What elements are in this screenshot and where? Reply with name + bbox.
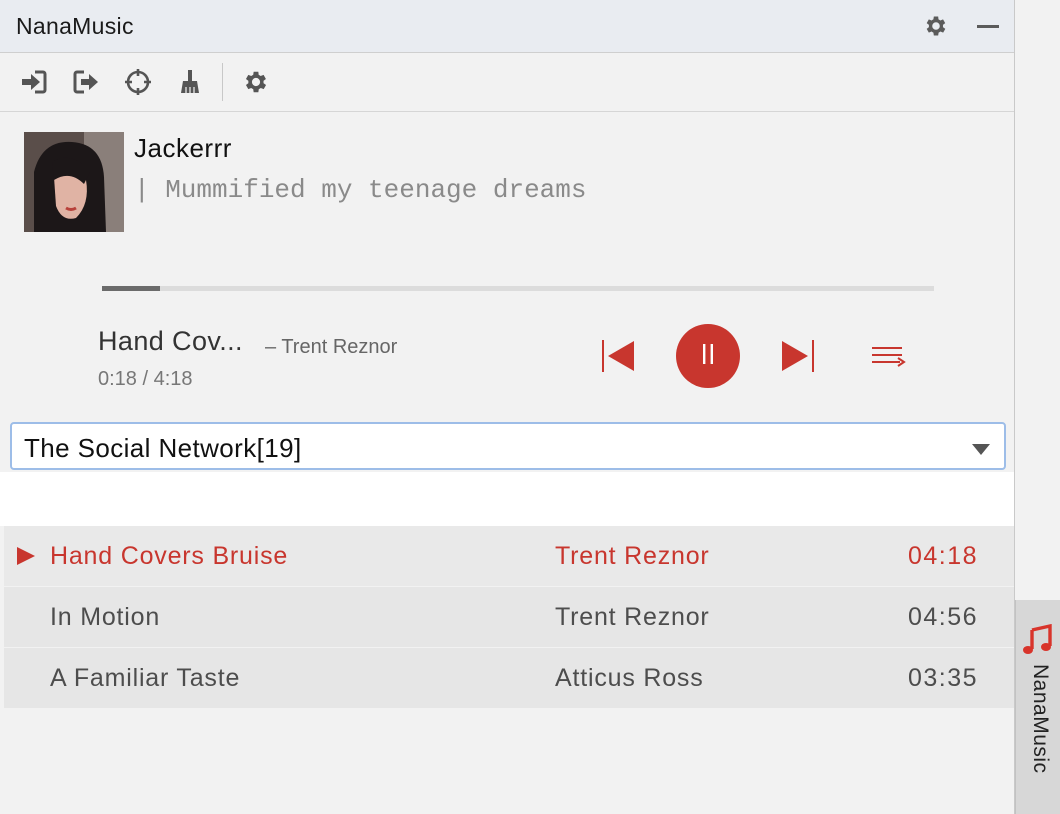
panel-titlebar: NanaMusic — [0, 0, 1014, 53]
progress-fill — [102, 286, 161, 291]
now-playing-artist: – Trent Reznor — [265, 336, 398, 358]
list-spacer — [0, 472, 1014, 526]
pause-button[interactable] — [676, 324, 740, 388]
now-playing-time: 0:18 / 4:18 — [98, 368, 193, 390]
track-name: A Familiar Taste — [50, 664, 241, 692]
progress-bar[interactable] — [102, 286, 934, 291]
gear-icon[interactable] — [241, 67, 271, 97]
track-name: Hand Covers Bruise — [50, 542, 289, 570]
next-icon[interactable] — [780, 338, 816, 374]
track-row[interactable]: Hand Covers Bruise Trent Reznor 04:18 — [4, 526, 1014, 587]
playlist-icon[interactable] — [870, 344, 906, 370]
track-artist: Trent Reznor — [555, 603, 710, 631]
track-name: In Motion — [50, 603, 161, 631]
logout-icon[interactable] — [71, 67, 101, 97]
track-duration: 03:35 — [907, 664, 978, 692]
toolbar — [0, 53, 1014, 112]
gear-icon[interactable] — [922, 12, 950, 40]
pause-icon — [700, 342, 716, 371]
minimize-icon[interactable] — [974, 12, 1002, 40]
side-tab-label: NanaMusic — [1029, 664, 1052, 774]
locate-icon[interactable] — [123, 67, 153, 97]
user-signature: | Mummified my teenage dreams — [134, 175, 587, 205]
playlist-select[interactable]: The Social Network[19] — [10, 422, 1006, 470]
login-icon[interactable] — [19, 67, 49, 97]
track-artist: Atticus Ross — [555, 664, 704, 692]
music-note-icon — [1022, 623, 1052, 661]
previous-icon[interactable] — [600, 338, 636, 374]
now-playing-title: Hand Cov... — [98, 326, 243, 356]
panel-title: NanaMusic — [16, 13, 134, 39]
username: Jackerrr — [134, 133, 232, 163]
toolbar-separator — [222, 63, 223, 101]
avatar[interactable] — [24, 132, 124, 232]
play-indicator-icon — [16, 547, 36, 570]
track-list: Hand Covers Bruise Trent Reznor 04:18 In… — [4, 526, 1014, 709]
music-panel: NanaMusic Jackerrr | Mummified my teenag… — [0, 0, 1015, 814]
track-row[interactable]: In Motion Trent Reznor 04:56 — [4, 587, 1014, 648]
side-tab-nanamusic[interactable]: NanaMusic — [1015, 600, 1060, 814]
track-duration: 04:56 — [907, 603, 978, 631]
track-duration: 04:18 — [907, 542, 978, 570]
playlist-selected: The Social Network[19] — [24, 433, 302, 463]
broom-icon[interactable] — [175, 67, 205, 97]
track-row[interactable]: A Familiar Taste Atticus Ross 03:35 — [4, 648, 1014, 709]
track-artist: Trent Reznor — [555, 542, 710, 570]
chevron-down-icon — [972, 442, 990, 460]
